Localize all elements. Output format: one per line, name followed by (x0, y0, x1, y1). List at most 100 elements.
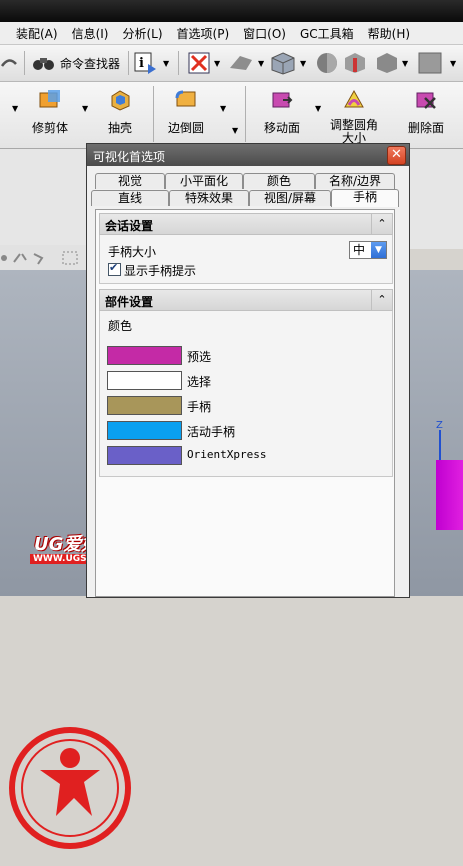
command-finder-label: 命令查找器 (60, 56, 121, 71)
session-settings-body: 手柄大小 中 ▼ 显示手柄提示 (99, 235, 393, 284)
tab-label: 手柄 (352, 190, 377, 204)
tab-line[interactable]: 直线 (91, 190, 169, 206)
trim-body-label: 修剪体 (31, 121, 68, 135)
tab-color[interactable]: 颜色 (243, 173, 315, 189)
ug-logo-icon (9, 727, 131, 849)
tab-label: 名称/边界 (328, 174, 382, 188)
box-face-icon[interactable] (344, 52, 366, 74)
menu-preferences[interactable]: 首选项(P) (170, 25, 237, 42)
collapse-icon[interactable]: ⌃ (371, 214, 392, 234)
chevron-down-icon[interactable]: ▼ (371, 242, 386, 258)
trim-body-button[interactable]: 修剪体 (30, 88, 70, 136)
menu-bar: 装配(A) 信息(I) 分析(L) 首选项(P) 窗口(O) GC工具箱 帮助(… (0, 22, 463, 45)
move-face-button[interactable]: 移动面 (258, 88, 306, 136)
orientxpress-color-label: OrientXpress (187, 448, 267, 461)
selection-color-swatch[interactable] (107, 371, 182, 390)
close-button[interactable]: ✕ (387, 146, 406, 165)
z-axis-label: Z (436, 420, 443, 431)
part-settings-header[interactable]: 部件设置 ⌃ (99, 289, 393, 311)
dropdown-arrow-icon[interactable]: ▼ (163, 59, 169, 68)
dropdown-arrow-icon[interactable]: ▼ (450, 59, 456, 68)
delete-face-button[interactable]: 删除面 (402, 88, 450, 136)
collapse-icon[interactable]: ⌃ (371, 290, 392, 310)
menu-assembly[interactable]: 装配(A) (0, 25, 65, 42)
visualization-preferences-dialog: 可视化首选项 ✕ 视觉 小平面化 颜色 名称/边界 直线 特殊效果 视图/屏幕 … (86, 143, 410, 598)
tab-label: 颜色 (266, 174, 291, 188)
dropdown-arrow-icon[interactable]: ▼ (315, 104, 321, 113)
snap-point-icon[interactable] (0, 250, 60, 266)
view-shape-icon[interactable] (228, 54, 254, 72)
session-settings-header[interactable]: 会话设置 ⌃ (99, 213, 393, 235)
info-window-icon[interactable]: i (134, 52, 162, 74)
hex-cube-icon[interactable] (376, 52, 398, 74)
selection-toolbar (0, 245, 86, 270)
menu-info[interactable]: 信息(I) (65, 25, 116, 42)
section-title: 部件设置 (105, 295, 154, 309)
menu-analysis[interactable]: 分析(L) (115, 25, 169, 42)
tab-faceting[interactable]: 小平面化 (165, 173, 243, 189)
orientxpress-color-swatch[interactable] (107, 446, 182, 465)
handle-color-swatch[interactable] (107, 396, 182, 415)
show-handle-tips-label: 显示手柄提示 (124, 264, 197, 278)
feature-ribbon: ▼ 修剪体 ▼ 抽壳 边倒圆 ▼ ▼ 移动面 ▼ 调整圆角 大小 删除面 (0, 82, 463, 149)
handle-size-select[interactable]: 中 ▼ (349, 241, 387, 259)
tab-label: 小平面化 (179, 174, 228, 188)
tab-view-screen[interactable]: 视图/屏幕 (249, 190, 331, 206)
undo-icon[interactable] (0, 54, 18, 72)
dropdown-arrow-icon[interactable]: ▼ (258, 59, 264, 68)
edge-blend-button[interactable]: 边倒圆 (162, 88, 210, 136)
tab-names-borders[interactable]: 名称/边界 (315, 173, 395, 189)
menu-window[interactable]: 窗口(O) (236, 25, 293, 42)
part-settings-body: 颜色 预选 选择 手柄 活动手柄 OrientXpress (99, 311, 393, 477)
selection-color-label: 选择 (187, 375, 212, 389)
command-finder-button[interactable]: 命令查找器 (32, 53, 120, 73)
dropdown-arrow-icon[interactable]: ▼ (232, 126, 238, 135)
shell-icon (111, 90, 130, 111)
dropdown-arrow-icon[interactable]: ▼ (12, 104, 18, 113)
delete-face-label: 删除面 (407, 121, 444, 135)
standard-toolbar: 命令查找器 i ▼ ▼ ▼ ▼ ▼ ▼ (0, 45, 463, 82)
close-icon: ✕ (391, 147, 402, 162)
color-group-label: 颜色 (108, 319, 133, 333)
display-mode-icon[interactable] (418, 52, 442, 74)
cube-view-icon[interactable] (270, 51, 296, 75)
fit-view-icon[interactable] (188, 52, 210, 74)
preselect-color-label: 预选 (187, 350, 212, 364)
dropdown-arrow-icon[interactable]: ▼ (220, 104, 226, 113)
active-handle-color-label: 活动手柄 (187, 425, 236, 439)
dialog-titlebar[interactable]: 可视化首选项 ✕ (87, 144, 409, 166)
handles-tab-panel: 会话设置 ⌃ 手柄大小 中 ▼ 显示手柄提示 部件设置 ⌃ 颜色 预选 选择 手… (95, 209, 395, 597)
tab-visual[interactable]: 视觉 (95, 173, 165, 189)
resize-blend-button[interactable]: 调整圆角 大小 (326, 88, 382, 145)
handle-size-label: 手柄大小 (108, 245, 157, 259)
selection-box-icon[interactable] (62, 251, 78, 265)
edge-blend-label: 边倒圆 (167, 121, 204, 135)
dropdown-arrow-icon[interactable]: ▼ (82, 104, 88, 113)
move-face-label: 移动面 (263, 121, 300, 135)
show-handle-tips-checkbox[interactable] (108, 261, 121, 276)
tab-handles[interactable]: 手柄 (331, 189, 399, 207)
svg-text:i: i (139, 56, 144, 71)
magenta-solid (436, 460, 463, 530)
shaded-sphere-icon[interactable] (316, 52, 338, 74)
dropdown-arrow-icon[interactable]: ▼ (214, 59, 220, 68)
dropdown-arrow-icon[interactable]: ▼ (402, 59, 408, 68)
resize-blend-icon (344, 89, 364, 108)
binoculars-icon (33, 58, 54, 70)
dialog-title: 可视化首选项 (93, 150, 166, 164)
tab-special-effects[interactable]: 特殊效果 (169, 190, 249, 206)
shell-label: 抽壳 (107, 121, 132, 135)
tab-label: 直线 (117, 191, 142, 205)
trim-body-icon (39, 90, 60, 108)
handle-color-label: 手柄 (187, 400, 212, 414)
dropdown-arrow-icon[interactable]: ▼ (300, 59, 306, 68)
menu-help[interactable]: 帮助(H) (361, 25, 417, 42)
menu-gc-toolbox[interactable]: GC工具箱 (293, 25, 361, 42)
edge-blend-icon (175, 90, 196, 107)
shell-button[interactable]: 抽壳 (100, 88, 140, 136)
preselect-color-swatch[interactable] (107, 346, 182, 365)
active-handle-color-swatch[interactable] (107, 421, 182, 440)
move-face-icon (272, 92, 293, 108)
app-titlebar (0, 0, 463, 22)
section-title: 会话设置 (105, 219, 154, 233)
